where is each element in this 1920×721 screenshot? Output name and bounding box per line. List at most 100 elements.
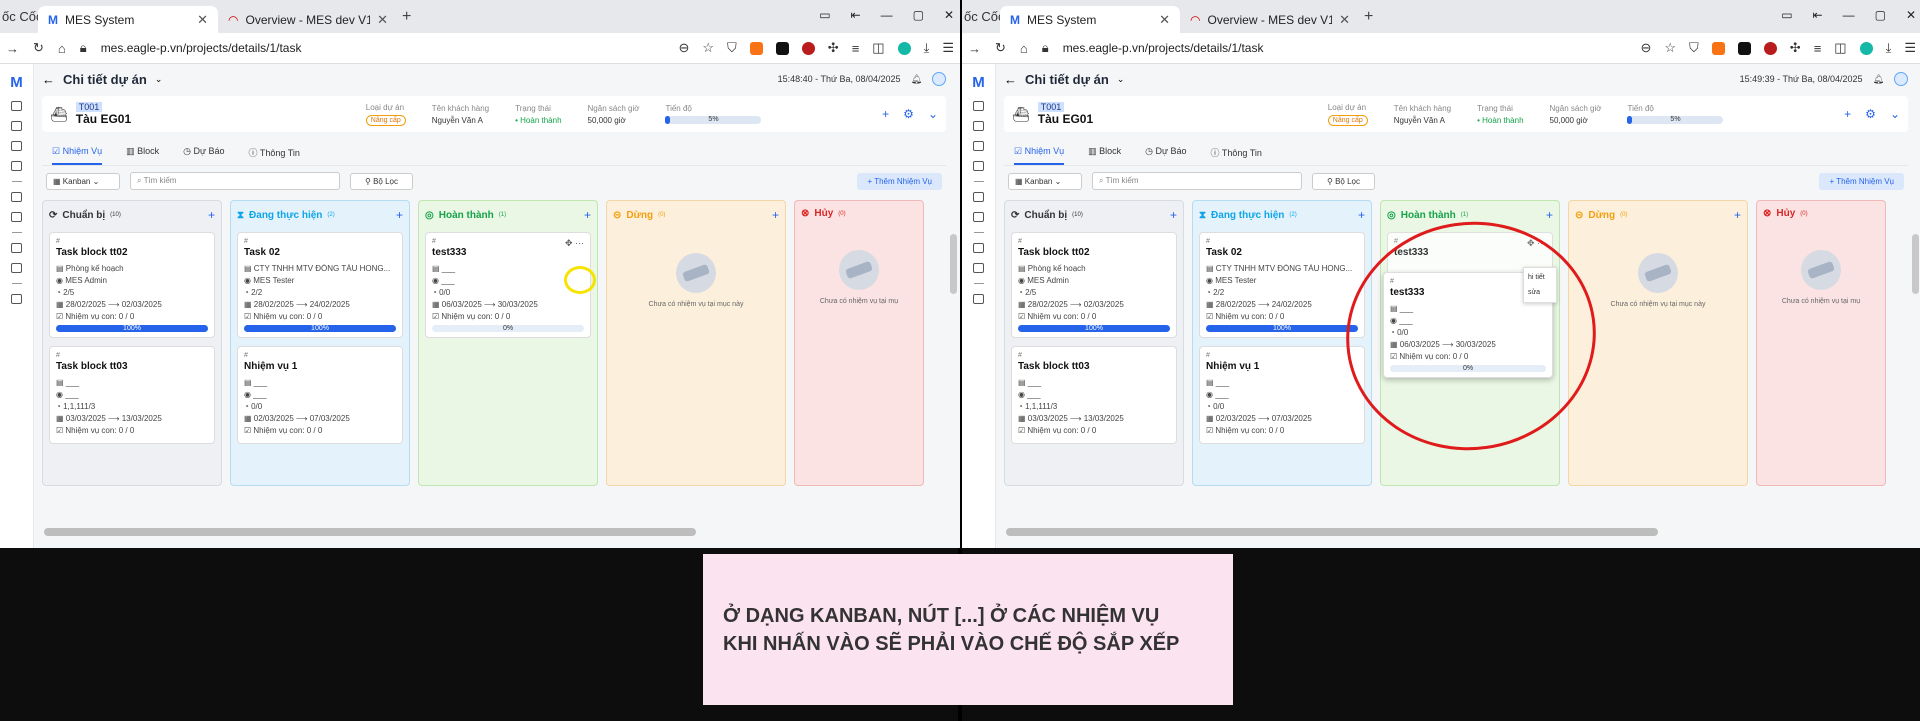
logo-icon[interactable]: M — [10, 74, 23, 91]
reload-icon[interactable]: ↻ — [995, 40, 1006, 56]
close-window-icon[interactable]: ✕ — [944, 8, 954, 22]
back-icon[interactable]: ← — [1004, 72, 1017, 87]
back-arrow-icon[interactable]: → — [6, 41, 19, 56]
user-icon[interactable] — [11, 294, 22, 304]
extension-icon[interactable] — [801, 41, 815, 55]
drag-icon[interactable]: ✥ — [565, 238, 573, 248]
tab-info[interactable]: ⓘ Thông Tin — [1211, 146, 1262, 165]
download-icon[interactable]: ⤓ — [924, 40, 930, 56]
puzzle-icon[interactable]: ✣ — [828, 40, 839, 56]
minimize-icon[interactable]: — — [1843, 8, 1855, 22]
bell-icon[interactable]: 🔔︎ — [1873, 74, 1884, 85]
chevron-down-icon[interactable]: ⌄ — [1117, 74, 1125, 85]
tab-forecast[interactable]: ◷ Dự Báo — [183, 146, 224, 165]
task-card[interactable]: # Nhiệm vụ 1 ▤ ___ ◉ ___ ◔ 0/0 ▦ 02/03/2025… — [1199, 346, 1365, 444]
plus-icon[interactable]: + — [882, 107, 889, 121]
tab-block[interactable]: ▥ Block — [1088, 146, 1121, 165]
back-list-icon[interactable]: ⇤ — [851, 8, 861, 22]
home-icon[interactable]: ⌂ — [58, 41, 66, 56]
ship-icon[interactable] — [973, 121, 984, 131]
back-list-icon[interactable]: ⇤ — [1813, 8, 1823, 22]
task-card[interactable]: # Task 02 ▤ CTY TNHH MTV ĐÓNG TÀU HONG...… — [1199, 232, 1365, 338]
screenshot-icon[interactable]: ▭ — [1781, 8, 1792, 22]
id-card-icon[interactable] — [973, 263, 984, 273]
vertical-scrollbar[interactable] — [950, 234, 957, 294]
home-icon[interactable] — [11, 101, 22, 111]
task-icon[interactable] — [973, 161, 984, 171]
add-card-icon[interactable]: + — [1734, 208, 1741, 222]
view-select[interactable]: ▦ Kanban ⌄ — [46, 172, 120, 190]
vertical-scrollbar[interactable] — [1912, 234, 1919, 294]
close-icon[interactable]: ✕ — [1339, 12, 1350, 28]
bell-icon[interactable]: 🔔︎ — [911, 74, 922, 85]
zoom-icon[interactable]: ⊖ — [1640, 40, 1651, 56]
add-card-icon[interactable]: + — [396, 208, 403, 222]
star-icon[interactable]: ☆ — [702, 40, 714, 56]
tab-tasks[interactable]: ☑ Nhiệm Vụ — [52, 146, 103, 165]
add-card-icon[interactable]: + — [208, 208, 215, 222]
close-icon[interactable]: ✕ — [1159, 12, 1170, 28]
extension-icon[interactable] — [1763, 41, 1777, 55]
filter-button[interactable]: ⚲ Bộ Lọc — [1312, 172, 1375, 190]
back-icon[interactable]: ← — [42, 72, 55, 87]
forecast-icon[interactable] — [11, 212, 22, 222]
ship-icon[interactable] — [11, 121, 22, 131]
extension-icon[interactable] — [1711, 41, 1725, 55]
menu-icon[interactable]: ☰ — [942, 40, 954, 56]
home-icon[interactable]: ⌂ — [1020, 41, 1028, 56]
tab-redmine[interactable]: ◠ Overview - MES dev V1 - Redmine ✕ — [1180, 6, 1360, 33]
task-card[interactable]: # Task block tt02 ▤ Phòng kế hoạch ◉ MES A… — [49, 232, 215, 338]
users-icon[interactable] — [973, 243, 984, 253]
horizontal-scrollbar[interactable] — [44, 528, 696, 536]
reload-icon[interactable]: ↻ — [33, 40, 44, 56]
add-card-icon[interactable]: + — [1358, 208, 1365, 222]
puzzle-icon[interactable]: ✣ — [1790, 40, 1801, 56]
task-card[interactable]: # Task block tt03 ▤ ___ ◉ ___ ◔ 1,1,111/3 ▦… — [1011, 346, 1177, 444]
screenshot-icon[interactable]: ▭ — [819, 8, 830, 22]
tab-forecast[interactable]: ◷ Dự Báo — [1145, 146, 1186, 165]
menu-icon[interactable]: ☰ — [1904, 40, 1916, 56]
back-arrow-icon[interactable]: → — [968, 41, 981, 56]
avatar[interactable] — [932, 72, 946, 86]
address-bar[interactable]: mes.eagle-p.vn/projects/details/1/task — [1063, 41, 1627, 55]
building-icon[interactable] — [973, 141, 984, 151]
chevron-down-icon[interactable]: ⌄ — [928, 107, 938, 121]
filter-button[interactable]: ⚲ Bộ Lọc — [350, 172, 413, 190]
more-button[interactable]: ··· — [575, 238, 584, 248]
profile-icon[interactable] — [1859, 41, 1873, 55]
close-window-icon[interactable]: ✕ — [1906, 8, 1916, 22]
task-card[interactable]: # Nhiệm vụ 1 ▤ ___ ◉ ___ ◔ 0/0 ▦ 02/03/2025… — [237, 346, 403, 444]
extension-icon[interactable] — [749, 41, 763, 55]
chevron-down-icon[interactable]: ⌄ — [1890, 107, 1900, 121]
add-task-button[interactable]: + Thêm Nhiệm Vụ — [1819, 172, 1904, 190]
shield-icon[interactable]: ⛉ — [1689, 40, 1699, 56]
search-input[interactable]: ⌕ Tìm kiếm — [130, 172, 340, 190]
task-card[interactable]: # Task block tt02 ▤ Phòng kế hoạch ◉ MES A… — [1011, 232, 1177, 338]
user-icon[interactable] — [973, 294, 984, 304]
tab-mes-system[interactable]: M MES System ✕ — [38, 6, 218, 33]
home-icon[interactable] — [973, 101, 984, 111]
chevron-down-icon[interactable]: ⌄ — [155, 74, 163, 85]
download-icon[interactable]: ⤓ — [1886, 40, 1892, 56]
list-icon[interactable]: ≡ — [852, 41, 860, 56]
plus-icon[interactable]: + — [1844, 107, 1851, 121]
logo-icon[interactable]: M — [972, 74, 985, 91]
add-card-icon[interactable]: + — [772, 208, 779, 222]
new-tab-icon[interactable]: + — [402, 8, 411, 26]
horizontal-scrollbar[interactable] — [1006, 528, 1658, 536]
search-input[interactable]: ⌕ Tìm kiếm — [1092, 172, 1302, 190]
tab-info[interactable]: ⓘ Thông Tin — [249, 146, 300, 165]
task-card[interactable]: # Task block tt03 ▤ ___ ◉ ___ ◔ 1,1,111/3 ▦… — [49, 346, 215, 444]
view-select[interactable]: ▦ Kanban ⌄ — [1008, 172, 1082, 190]
tab-mes-system[interactable]: M MES System ✕ — [1000, 6, 1180, 33]
add-card-icon[interactable]: + — [1546, 208, 1553, 222]
list-icon[interactable]: ≡ — [1814, 41, 1822, 56]
extension-icon[interactable] — [775, 41, 789, 55]
minimize-icon[interactable]: — — [881, 8, 893, 22]
add-task-button[interactable]: + Thêm Nhiệm Vụ — [857, 172, 942, 190]
tab-tasks[interactable]: ☑ Nhiệm Vụ — [1014, 146, 1065, 165]
maximize-icon[interactable]: ▢ — [1875, 8, 1886, 22]
sidebar-icon[interactable]: ◫ — [1834, 40, 1846, 56]
id-card-icon[interactable] — [11, 263, 22, 273]
close-icon[interactable]: ✕ — [377, 12, 388, 28]
